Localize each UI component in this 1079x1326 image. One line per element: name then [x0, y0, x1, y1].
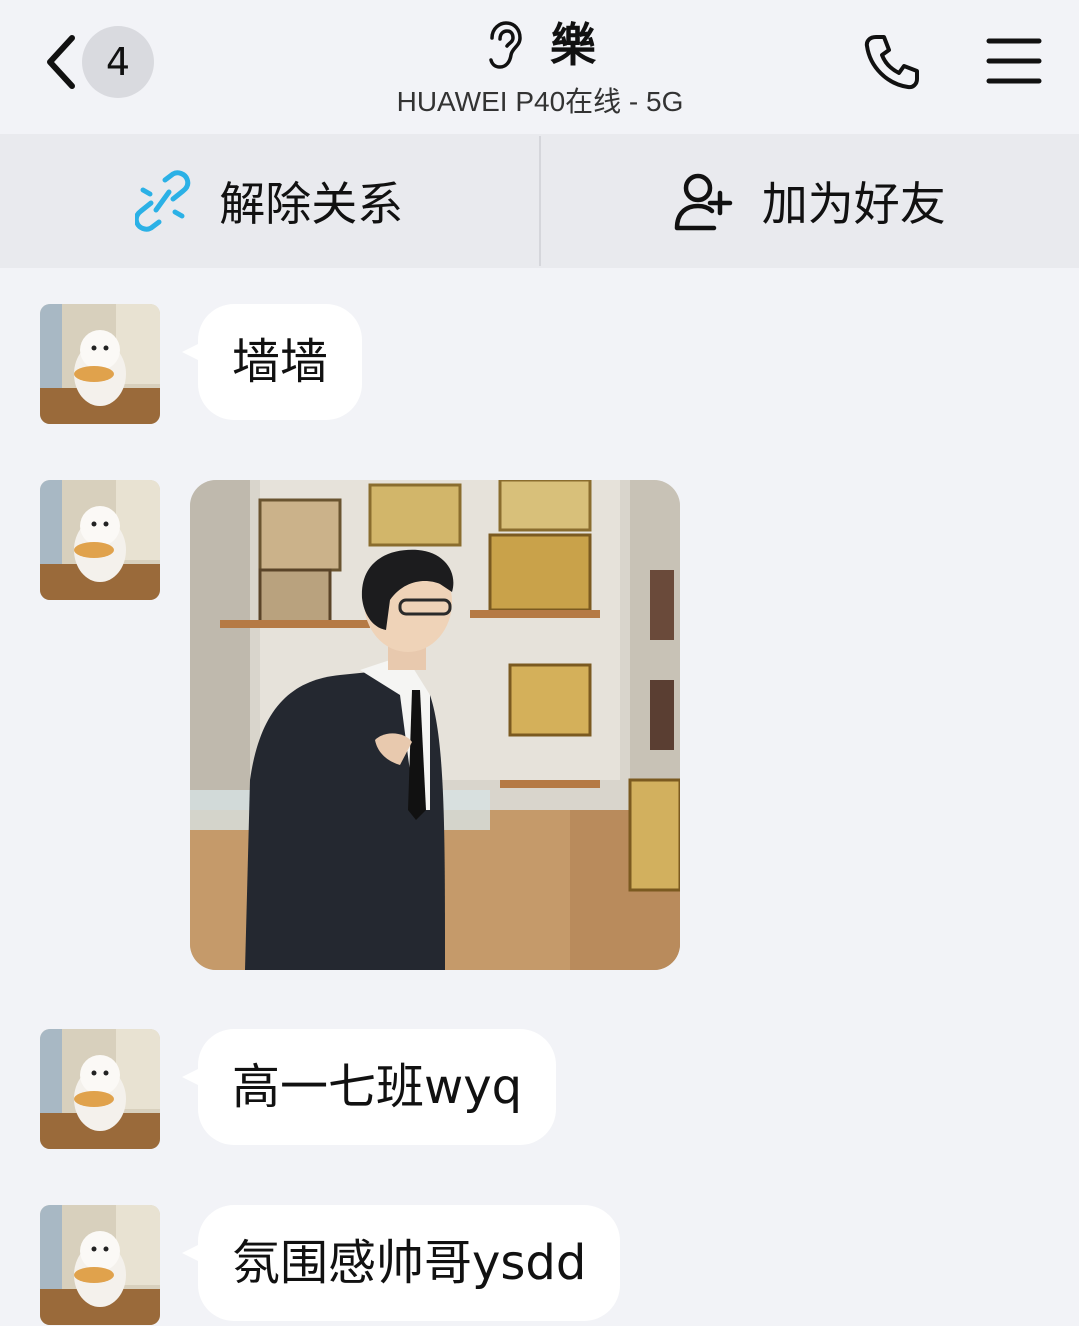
- add-friend-button[interactable]: 加为好友: [541, 134, 1079, 268]
- message-bubble[interactable]: 高一七班wyq: [181, 1029, 557, 1145]
- unlink-button[interactable]: 解除关系: [0, 134, 539, 268]
- hamburger-menu-icon[interactable]: [986, 36, 1042, 86]
- message-image[interactable]: [190, 480, 680, 970]
- message-bubble[interactable]: 墙墙: [181, 304, 363, 420]
- avatar[interactable]: [40, 304, 160, 424]
- unlink-label: 解除关系: [219, 177, 404, 231]
- add-user-icon: [674, 173, 732, 231]
- contact-name: 樂: [550, 18, 596, 72]
- ear-icon: [489, 21, 522, 69]
- avatar[interactable]: [40, 1029, 160, 1149]
- add-friend-label: 加为好友: [761, 177, 946, 231]
- online-status: HUAWEI P40在线 - 5G: [396, 86, 684, 117]
- chat-header: 4 樂 HUAWEI P40在线 - 5G: [0, 0, 1079, 134]
- chat-title-area[interactable]: 樂 HUAWEI P40在线 - 5G: [300, 14, 780, 120]
- chevron-left-icon: [47, 35, 75, 89]
- avatar[interactable]: [40, 1205, 160, 1325]
- message-bubble[interactable]: 氛围感帅哥ysdd: [181, 1205, 621, 1321]
- phone-icon[interactable]: [862, 32, 922, 92]
- back-button[interactable]: 4: [36, 26, 156, 98]
- avatar[interactable]: [40, 480, 160, 600]
- relationship-action-bar: 解除关系 加为好友: [0, 134, 1079, 268]
- unread-count-badge: 4: [82, 26, 154, 98]
- unlink-chain-icon: [135, 170, 191, 232]
